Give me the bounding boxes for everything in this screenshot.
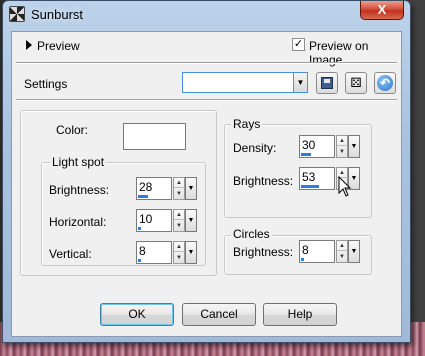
preview-row: Preview ✓ Preview on Image [12,32,401,67]
divider [16,62,397,64]
preview-on-image-checkbox[interactable]: ✓ [292,38,305,51]
reset-icon: ↶ [377,75,393,91]
light-spot-brightness-bar [138,195,148,198]
light-spot-brightness-updown[interactable]: ▲ ▼ [173,177,185,200]
light-spot-title: Light spot [50,155,107,169]
density-label: Density: [233,141,277,155]
horizontal-updown[interactable]: ▲ ▼ [173,209,185,232]
horizontal-label: Horizontal: [49,215,107,229]
arrow-up-icon[interactable]: ▲ [174,178,184,188]
arrow-up-icon[interactable]: ▲ [337,241,347,251]
close-icon: X [377,2,387,17]
window-title: Sunburst [31,7,84,22]
circles-brightness-bar [301,258,304,261]
app-icon [9,6,25,22]
chevron-down-icon[interactable]: ▼ [185,177,197,200]
arrow-down-icon[interactable]: ▼ [174,253,184,263]
vertical-label: Vertical: [49,247,92,261]
vertical-input[interactable]: 8 [136,241,172,264]
horizontal-value: 10 [139,212,153,226]
circles-brightness-updown[interactable]: ▲ ▼ [336,240,348,263]
expand-triangle-icon[interactable] [26,40,32,50]
cancel-button[interactable]: Cancel [182,303,256,326]
chevron-down-icon[interactable]: ▼ [185,209,197,232]
circles-brightness-value: 8 [302,243,309,257]
light-spot-brightness-label: Brightness: [49,183,110,197]
light-spot-brightness-spinner[interactable]: 28 ▲ ▼ ▼ [136,177,198,200]
rays-title: Rays [231,117,263,131]
randomize-button[interactable]: ⚄ [345,72,367,94]
horizontal-bar [138,227,141,230]
density-input[interactable]: 30 [299,135,335,158]
vertical-spinner[interactable]: 8 ▲ ▼ ▼ [136,241,198,264]
chevron-down-icon[interactable]: ▼ [348,240,360,263]
chevron-down-icon[interactable]: ▼ [185,241,197,264]
circles-brightness-label: Brightness: [233,245,294,259]
ok-button[interactable]: OK [100,303,174,326]
vertical-value: 8 [139,244,146,258]
light-spot-brightness-value: 28 [139,180,153,194]
color-swatch[interactable] [123,123,186,150]
density-updown[interactable]: ▲ ▼ [336,135,348,158]
title-bar[interactable]: Sunburst X [3,1,410,27]
arrow-up-icon[interactable]: ▲ [174,242,184,252]
density-bar [301,153,311,156]
arrow-down-icon[interactable]: ▼ [337,147,347,157]
chevron-down-icon[interactable]: ▼ [348,135,360,158]
save-preset-button[interactable] [316,72,338,94]
circles-brightness-input[interactable]: 8 [299,240,335,263]
rays-brightness-bar [301,185,319,188]
chevron-down-icon[interactable]: ▼ [293,73,307,92]
settings-dropdown[interactable]: ▼ [182,72,308,93]
preview-toggle-label[interactable]: Preview [37,39,80,53]
rays-brightness-label: Brightness: [233,174,294,188]
arrow-up-icon[interactable]: ▲ [174,210,184,220]
circles-brightness-spinner[interactable]: 8 ▲ ▼ ▼ [299,240,361,263]
circles-title: Circles [231,227,272,241]
horizontal-input[interactable]: 10 [136,209,172,232]
arrow-down-icon[interactable]: ▼ [174,221,184,231]
close-button[interactable]: X [360,1,404,20]
light-spot-brightness-input[interactable]: 28 [136,177,172,200]
mouse-cursor-icon [338,176,352,197]
vertical-bar [138,259,141,262]
settings-label: Settings [24,77,68,91]
rays-brightness-value: 53 [302,170,316,184]
check-mark-icon: ✓ [293,38,304,50]
arrow-down-icon[interactable]: ▼ [174,189,184,199]
arrow-down-icon[interactable]: ▼ [337,252,347,262]
arrow-up-icon[interactable]: ▲ [337,136,347,146]
sunburst-dialog: Sunburst X Preview ✓ Preview on Image Se… [2,0,411,343]
dice-icon: ⚄ [350,75,362,90]
save-icon [321,77,333,89]
reset-button[interactable]: ↶ [374,72,396,94]
rays-brightness-input[interactable]: 53 [299,167,335,190]
vertical-updown[interactable]: ▲ ▼ [173,241,185,264]
density-value: 30 [302,138,316,152]
horizontal-spinner[interactable]: 10 ▲ ▼ ▼ [136,209,198,232]
density-spinner[interactable]: 30 ▲ ▼ ▼ [299,135,361,158]
color-label: Color: [56,123,89,137]
help-button[interactable]: Help [263,303,337,326]
divider [16,99,397,101]
